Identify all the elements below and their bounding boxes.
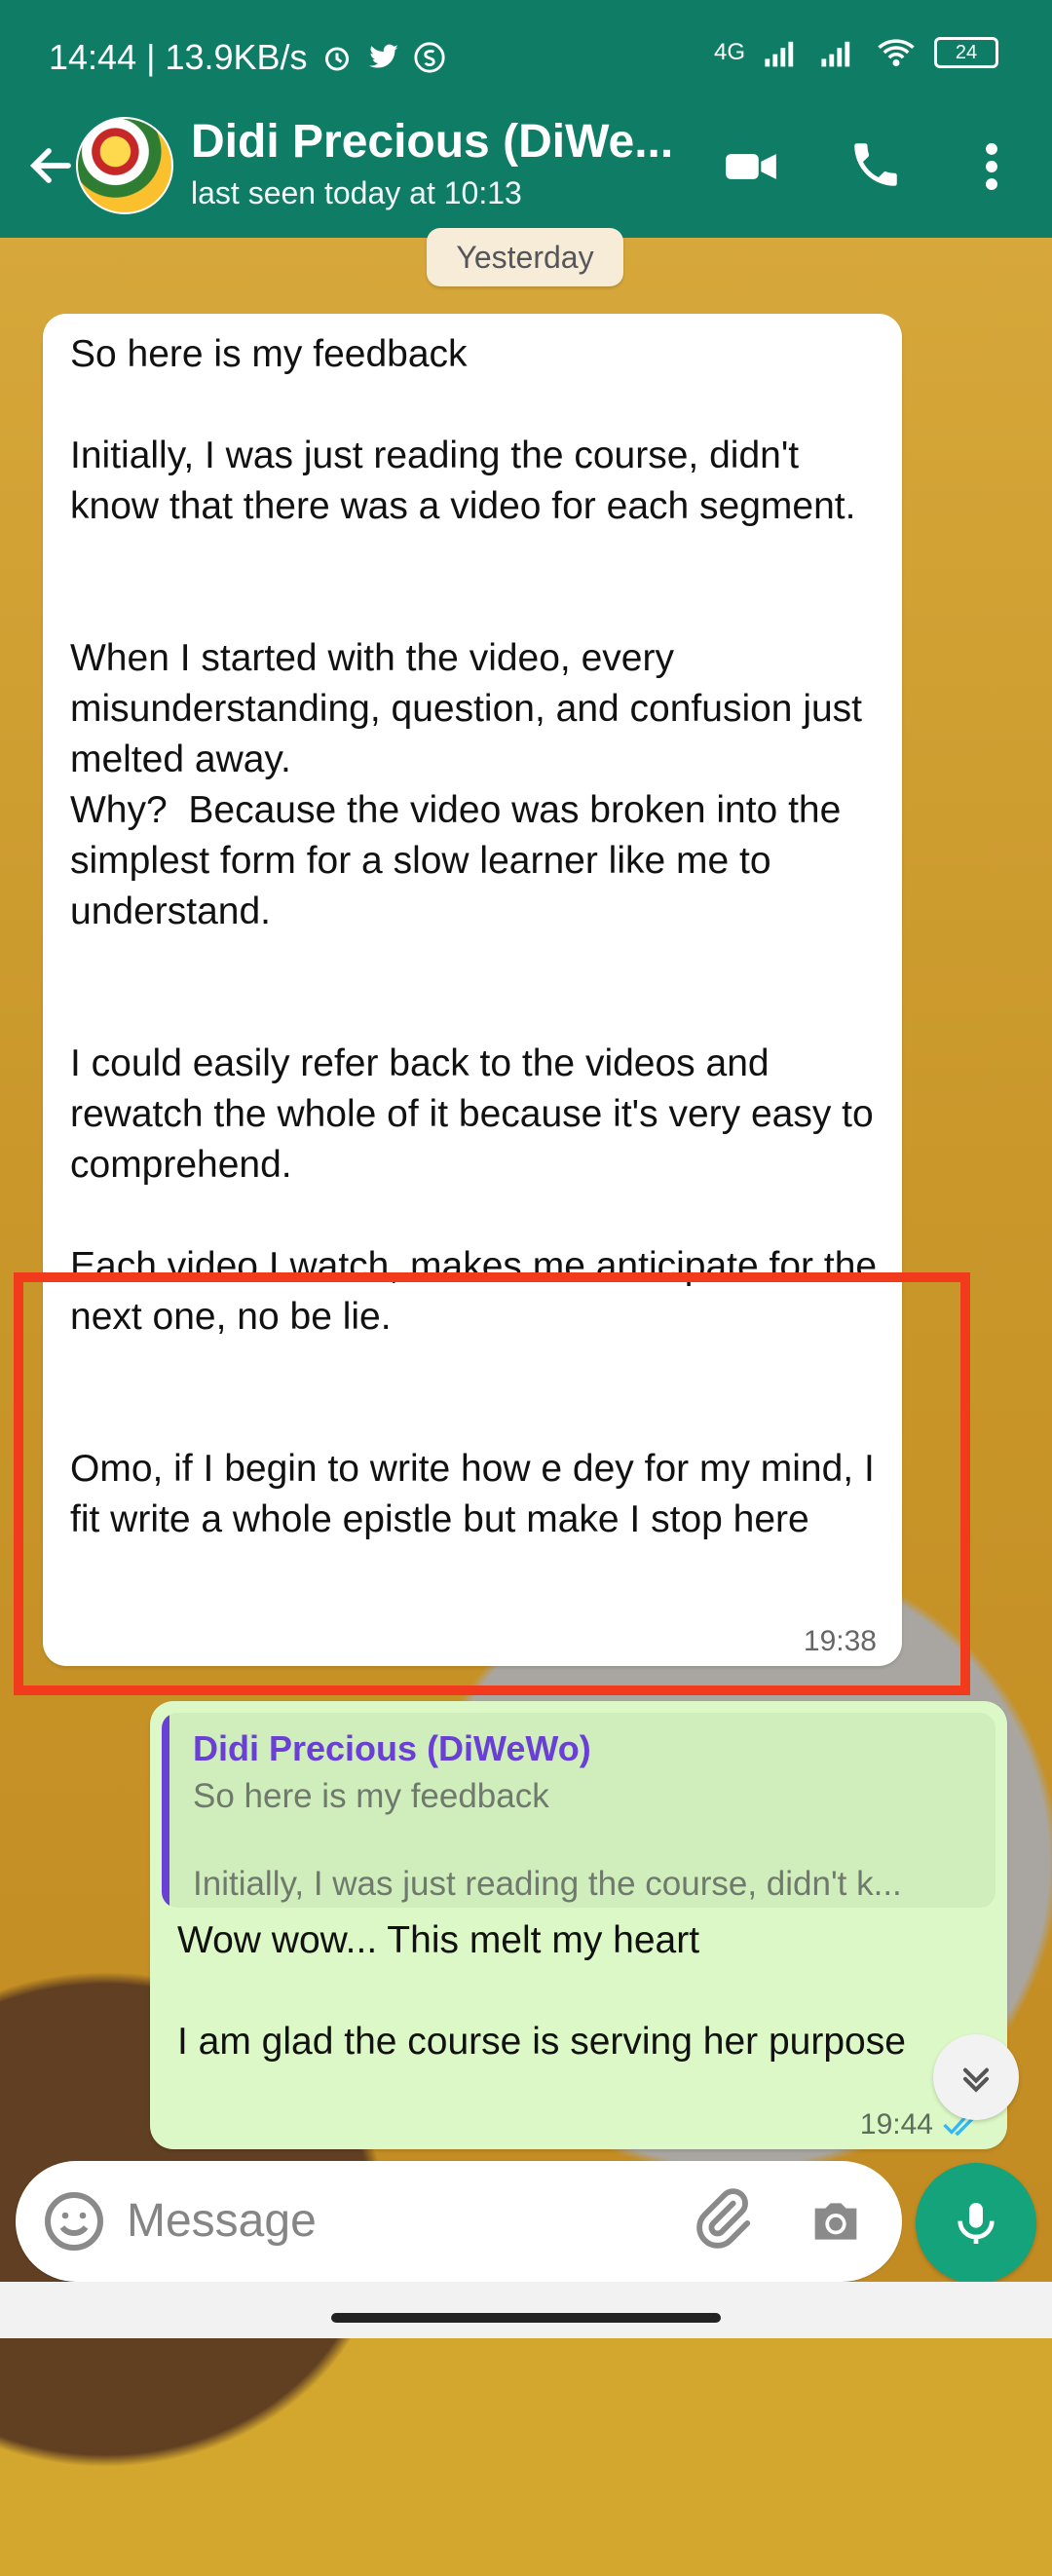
date-chip: Yesterday	[427, 228, 623, 286]
chevron-down-icon	[962, 2067, 990, 2093]
signal-icon	[821, 41, 850, 67]
outgoing-message-time: 19:44	[859, 2108, 933, 2140]
quoted-message[interactable]: Didi Precious (DiWeWo) So here is my fee…	[162, 1713, 996, 1908]
battery-indicator: 24	[934, 37, 998, 68]
status-left: 14:44 | 13.9KB/s	[49, 37, 446, 78]
back-icon[interactable]	[19, 136, 78, 195]
phone-icon[interactable]	[847, 136, 904, 193]
emoji-icon[interactable]	[39, 2186, 109, 2256]
mic-button[interactable]	[916, 2163, 1036, 2284]
message-composer[interactable]: Message	[16, 2161, 902, 2282]
quote-line1: So here is my feedback	[193, 1777, 549, 1815]
attach-icon[interactable]	[688, 2186, 756, 2254]
quote-bar	[162, 1713, 169, 1908]
more-icon[interactable]	[974, 136, 1009, 197]
video-call-icon[interactable]	[721, 136, 781, 197]
network-label: 4G	[713, 39, 745, 65]
battery-level: 24	[955, 41, 978, 63]
last-seen: last seen today at 10:13	[191, 175, 522, 210]
message-input[interactable]: Message	[127, 2194, 317, 2248]
signal-icon	[765, 41, 794, 67]
twitter-icon	[368, 44, 398, 68]
outgoing-message[interactable]: Didi Precious (DiWeWo) So here is my fee…	[150, 1701, 1007, 2149]
status-time: 14:44 | 13.9KB/s	[49, 37, 308, 77]
alarm-icon	[324, 47, 349, 71]
chat-title[interactable]: Didi Precious (DiWe...	[191, 115, 673, 169]
avatar[interactable]	[76, 117, 173, 214]
scroll-down-button[interactable]	[933, 2034, 1019, 2120]
chat-header: Didi Precious (DiWe... last seen today a…	[0, 109, 1052, 238]
highlight-box	[14, 1272, 970, 1695]
quote-line2: Initially, I was just reading the course…	[193, 1865, 902, 1903]
s-icon	[413, 42, 445, 73]
mic-icon	[958, 2203, 995, 2244]
system-navbar	[0, 2282, 1052, 2338]
outgoing-message-text: Wow wow... This melt my heart I am glad …	[177, 1919, 906, 2063]
status-bar: 14:44 | 13.9KB/s 4G 24	[0, 0, 1052, 109]
quote-author: Didi Precious (DiWeWo)	[193, 1728, 591, 1768]
camera-icon[interactable]	[805, 2190, 867, 2253]
wifi-icon	[878, 39, 915, 66]
status-right: 4G 24	[714, 37, 998, 68]
home-indicator[interactable]	[331, 2313, 721, 2323]
